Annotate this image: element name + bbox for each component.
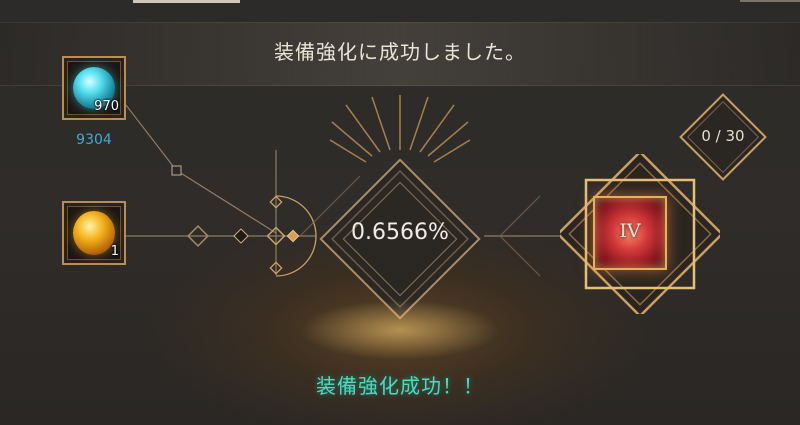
material-count: 970 (94, 99, 119, 114)
success-message: 装備強化成功！！ (316, 374, 484, 398)
grade-label: IV (619, 220, 641, 242)
enhanced-equipment-item[interactable]: IV (593, 196, 667, 270)
glow-effect (300, 300, 500, 360)
material-slot-crystal[interactable]: 970 (62, 56, 126, 120)
attempt-counter: 0 / 30 (701, 127, 745, 145)
success-rate: 0.6566% (351, 220, 449, 245)
gold-stone-icon (73, 211, 115, 255)
material-count: 1 (110, 244, 119, 259)
material-slot-gold[interactable]: 1 (62, 201, 126, 265)
owned-count: 9304 (76, 132, 112, 148)
